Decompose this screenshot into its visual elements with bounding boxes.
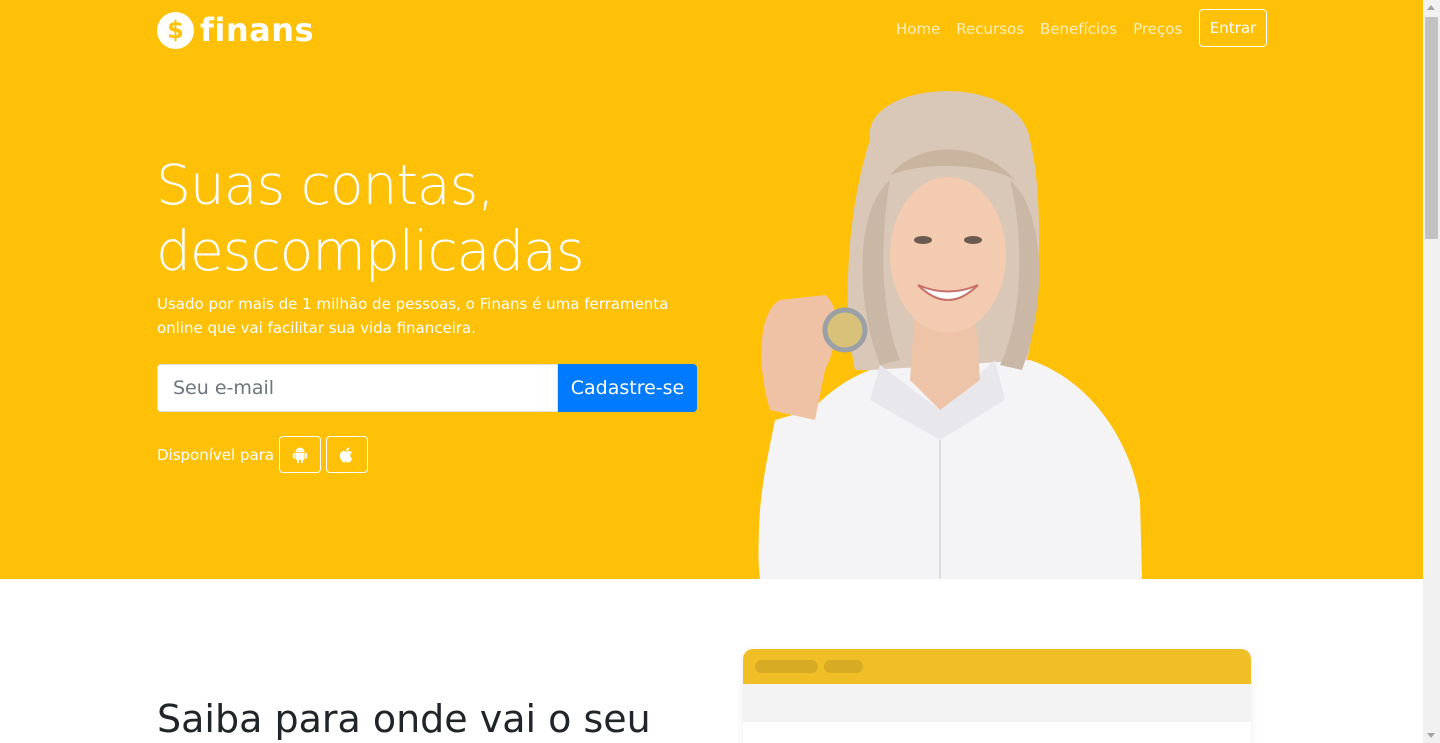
mockup-header-bar [743, 649, 1251, 684]
android-icon [292, 447, 308, 463]
page-scrollbar[interactable] [1423, 0, 1440, 743]
brand-name: finans [200, 11, 315, 49]
nav-link-precos[interactable]: Preços [1125, 18, 1190, 40]
apple-store-button[interactable] [326, 436, 369, 473]
dashboard-mockup [743, 649, 1251, 743]
scroll-down-arrow-icon[interactable] [1427, 733, 1435, 738]
mockup-placeholder-pill [755, 660, 818, 673]
apple-icon [339, 446, 353, 462]
headline-line-2: descomplicadas [156, 219, 585, 283]
headline-line-1: Suas contas, [156, 153, 495, 217]
scroll-up-arrow-icon[interactable] [1427, 5, 1435, 10]
available-platforms: Disponível para [157, 436, 369, 473]
brand-logo[interactable]: $ finans [157, 11, 314, 49]
android-store-button[interactable] [279, 436, 322, 473]
mockup-placeholder-pill [824, 660, 863, 673]
nav-link-beneficios[interactable]: Benefícios [1032, 18, 1125, 40]
login-button[interactable]: Entrar [1199, 9, 1267, 47]
main-nav: Home Recursos Benefícios Preços [888, 18, 1190, 40]
email-input[interactable] [157, 364, 558, 412]
signup-form: Cadastre-se [157, 364, 697, 412]
hero-section: $ finans Home Recursos Benefícios Preços… [0, 0, 1423, 579]
hero-headline: Suas contas, descomplicadas [156, 152, 696, 284]
nav-link-recursos[interactable]: Recursos [948, 18, 1032, 40]
dollar-icon: $ [157, 11, 194, 49]
hero-photo [758, 91, 1142, 579]
mockup-subheader [743, 684, 1251, 722]
nav-link-home[interactable]: Home [888, 18, 948, 40]
features-section-title: Saiba para onde vai o seu [157, 697, 651, 741]
signup-button[interactable]: Cadastre-se [558, 364, 697, 412]
scrollbar-thumb[interactable] [1425, 17, 1438, 239]
hero-lead: Usado por mais de 1 milhão de pessoas, o… [157, 295, 669, 337]
available-label: Disponível para [157, 445, 275, 464]
